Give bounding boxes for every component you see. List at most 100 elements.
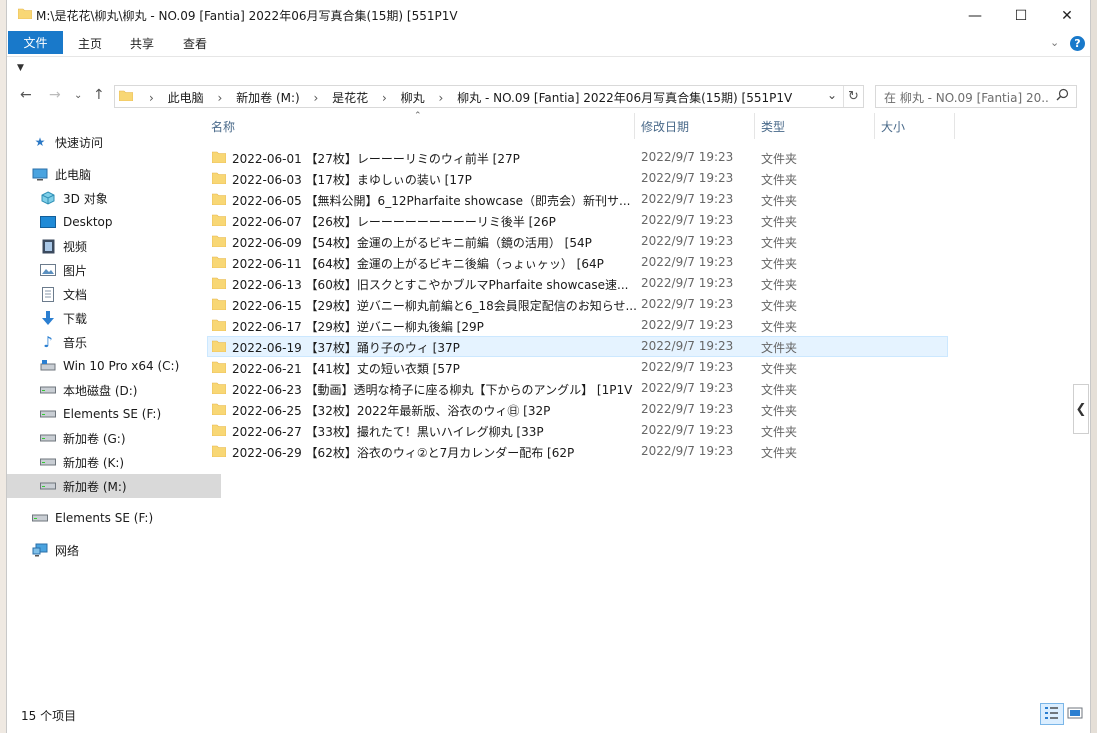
file-row[interactable]: 2022-06-09 【54枚】金運の上がるビキニ前編（鏡の活用） [54P 20…	[207, 231, 948, 252]
tab-share[interactable]: 共享	[130, 35, 154, 52]
sidebar-item-label: 图片	[63, 263, 88, 278]
sidebar-item-drive-d[interactable]: 本地磁盘 (D:)	[7, 378, 221, 402]
folder-icon	[18, 8, 32, 19]
file-row[interactable]: 2022-06-29 【62枚】浴衣のウィ②と7月カレンダー配布 [62P 202…	[207, 441, 948, 462]
sidebar-item-music[interactable]: ♪ 音乐	[7, 330, 221, 354]
sidebar-item-drive-f-removable[interactable]: Elements SE (F:)	[7, 506, 213, 530]
sidebar-item-desktop[interactable]: Desktop	[7, 210, 221, 234]
sidebar-item-documents[interactable]: 文档	[7, 282, 221, 306]
sidebar-item-label: 视频	[63, 239, 88, 254]
file-modified-date: 2022/9/7 19:23	[641, 360, 734, 374]
close-icon: ✕	[1061, 7, 1073, 24]
file-row[interactable]: 2022-06-17 【29枚】逆バニー柳丸後編 [29P 2022/9/7 19…	[207, 315, 948, 336]
tab-view[interactable]: 查看	[183, 35, 207, 52]
file-type: 文件夹	[761, 383, 798, 397]
breadcrumb-current-folder[interactable]: 柳丸 - NO.09 [Fantia] 2022年06月写真合集(15期) [5…	[457, 91, 792, 105]
maximize-button[interactable]: ☐	[998, 0, 1044, 31]
file-row[interactable]: 2022-06-05 【無料公開】6_12Pharfaite showcase（…	[207, 189, 948, 210]
up-arrow-icon[interactable]: ↑	[93, 87, 105, 103]
breadcrumb-folder-2[interactable]: 柳丸	[401, 91, 425, 105]
sidebar-item-network[interactable]: 网络	[7, 538, 213, 562]
search-input[interactable]: 在 柳丸 - NO.09 [Fantia] 20...	[884, 89, 1049, 106]
folder-icon	[212, 424, 226, 436]
search-box[interactable]: 在 柳丸 - NO.09 [Fantia] 20...	[875, 85, 1077, 108]
file-modified-date: 2022/9/7 19:23	[641, 339, 734, 353]
file-row[interactable]: 2022-06-25 【32枚】2022年最新版、浴衣のウィ㊐ [32P 2022…	[207, 399, 948, 420]
customize-toolbar-icon[interactable]: ▼	[17, 63, 24, 73]
file-row[interactable]: 2022-06-03 【17枚】まゆしぃの装い [17P 2022/9/7 19:…	[207, 168, 948, 189]
column-divider[interactable]	[634, 113, 635, 139]
breadcrumb-folder-1[interactable]: 是花花	[332, 91, 368, 105]
sidebar-item-videos[interactable]: 视频	[7, 234, 221, 258]
file-type: 文件夹	[761, 299, 798, 313]
breadcrumb-separator-icon: ›	[438, 91, 444, 105]
sidebar-item-label: 网络	[55, 543, 80, 558]
sidebar-item-drive-f[interactable]: Elements SE (F:)	[7, 402, 221, 426]
expand-ribbon-chevron-icon[interactable]: ⌄	[1050, 36, 1059, 49]
help-icon[interactable]: ?	[1070, 36, 1085, 51]
quick-access-toolbar: ▼	[7, 56, 1090, 82]
file-list-pane: ⌃ 名称 修改日期 类型 大小 2022-06-01 【27枚】レーーーリミのウ…	[193, 111, 1090, 701]
drive-icon	[31, 510, 49, 526]
address-dropdown-chevron-icon[interactable]: ⌄	[827, 88, 837, 102]
column-divider[interactable]	[874, 113, 875, 139]
column-divider[interactable]	[954, 113, 955, 139]
file-name: 2022-06-13 【60枚】旧スクとすこやかブルマPharfaite sho…	[232, 278, 629, 292]
sidebar-item-pictures[interactable]: 图片	[7, 258, 221, 282]
file-row[interactable]: 2022-06-21 【41枚】丈の短い衣類 [57P 2022/9/7 19:2…	[207, 357, 948, 378]
tab-file[interactable]: 文件	[8, 31, 63, 54]
file-modified-date: 2022/9/7 19:23	[641, 150, 734, 164]
sidebar-item-drive-c[interactable]: Win 10 Pro x64 (C:)	[7, 354, 221, 378]
file-modified-date: 2022/9/7 19:23	[641, 276, 734, 290]
download-icon	[39, 310, 57, 326]
video-icon	[39, 238, 57, 254]
refresh-icon[interactable]: ↻	[843, 86, 863, 107]
large-icons-view-button[interactable]	[1065, 704, 1085, 722]
file-modified-date: 2022/9/7 19:23	[641, 297, 734, 311]
file-row[interactable]: 2022-06-23 【動画】透明な椅子に座る柳丸【下からのアングル】 [1P1…	[207, 378, 948, 399]
column-header-type[interactable]: 类型	[761, 111, 871, 141]
sidebar-item-3d-objects[interactable]: 3D 对象	[7, 186, 221, 210]
sidebar-item-drive-m[interactable]: 新加卷 (M:)	[7, 474, 221, 498]
collapse-pane-chevron-icon[interactable]: ❮	[1073, 384, 1089, 434]
file-modified-date: 2022/9/7 19:23	[641, 423, 734, 437]
title-bar[interactable]: M:\是花花\柳丸\柳丸 - NO.09 [Fantia] 2022年06月写真…	[7, 0, 1090, 31]
column-header-date[interactable]: 修改日期	[641, 111, 751, 141]
tab-home[interactable]: 主页	[78, 35, 102, 52]
back-arrow-icon[interactable]: ←	[20, 87, 32, 103]
column-header-size[interactable]: 大小	[881, 111, 951, 141]
drive-icon	[39, 430, 57, 446]
breadcrumb-drive-m[interactable]: 新加卷 (M:)	[236, 91, 300, 105]
file-row[interactable]: 2022-06-13 【60枚】旧スクとすこやかブルマPharfaite sho…	[207, 273, 948, 294]
file-name: 2022-06-23 【動画】透明な椅子に座る柳丸【下からのアングル】 [1P1…	[232, 383, 633, 397]
file-row[interactable]: 2022-06-01 【27枚】レーーーリミのウィ前半 [27P 2022/9/7…	[207, 147, 948, 168]
sidebar-item-downloads[interactable]: 下载	[7, 306, 221, 330]
recent-locations-chevron-icon[interactable]: ⌄	[74, 90, 82, 101]
file-row[interactable]: 2022-06-19 【37枚】踊り子のウィ [37P 2022/9/7 19:2…	[207, 336, 948, 357]
sidebar-item-quick-access[interactable]: ★ 快速访问	[7, 130, 213, 154]
column-header-name[interactable]: 名称	[211, 111, 631, 141]
file-name: 2022-06-11 【64枚】金運の上がるビキニ後編（っょぃヶッ） [64P	[232, 257, 604, 271]
breadcrumb-separator-icon: ›	[382, 91, 387, 105]
forward-arrow-icon[interactable]: →	[49, 87, 61, 103]
details-view-button[interactable]	[1040, 703, 1064, 725]
music-icon: ♪	[43, 333, 53, 351]
sidebar-item-drive-k[interactable]: 新加卷 (K:)	[7, 450, 221, 474]
file-row[interactable]: 2022-06-27 【33枚】撮れたて！黒いハイレグ柳丸 [33P 2022/9…	[207, 420, 948, 441]
file-row[interactable]: 2022-06-15 【29枚】逆バニー柳丸前編と6_18会員限定配信のお知らせ…	[207, 294, 948, 315]
file-name: 2022-06-25 【32枚】2022年最新版、浴衣のウィ㊐ [32P	[232, 404, 551, 418]
file-row[interactable]: 2022-06-07 【26枚】レーーーーーーーーーリミ後半 [26P 2022/…	[207, 210, 948, 231]
address-bar[interactable]: › 此电脑 › 新加卷 (M:) › 是花花 › 柳丸 › 柳丸 - NO.09…	[114, 85, 864, 108]
minimize-button[interactable]: —	[952, 0, 998, 31]
file-name: 2022-06-29 【62枚】浴衣のウィ②と7月カレンダー配布 [62P	[232, 446, 575, 460]
file-row[interactable]: 2022-06-11 【64枚】金運の上がるビキニ後編（っょぃヶッ） [64P 2…	[207, 252, 948, 273]
sidebar-item-drive-g[interactable]: 新加卷 (G:)	[7, 426, 221, 450]
column-divider[interactable]	[754, 113, 755, 139]
navigation-pane: ★ 快速访问 此电脑 3D 对象 Desktop 视频 图片 文档 下载 ♪ 音…	[7, 118, 221, 698]
sidebar-item-this-pc[interactable]: 此电脑	[7, 162, 213, 186]
close-button[interactable]: ✕	[1044, 0, 1090, 31]
details-view-icon	[1045, 707, 1058, 719]
drive-icon	[39, 454, 57, 470]
file-type: 文件夹	[761, 173, 798, 187]
breadcrumb-this-pc[interactable]: 此电脑	[168, 91, 204, 105]
